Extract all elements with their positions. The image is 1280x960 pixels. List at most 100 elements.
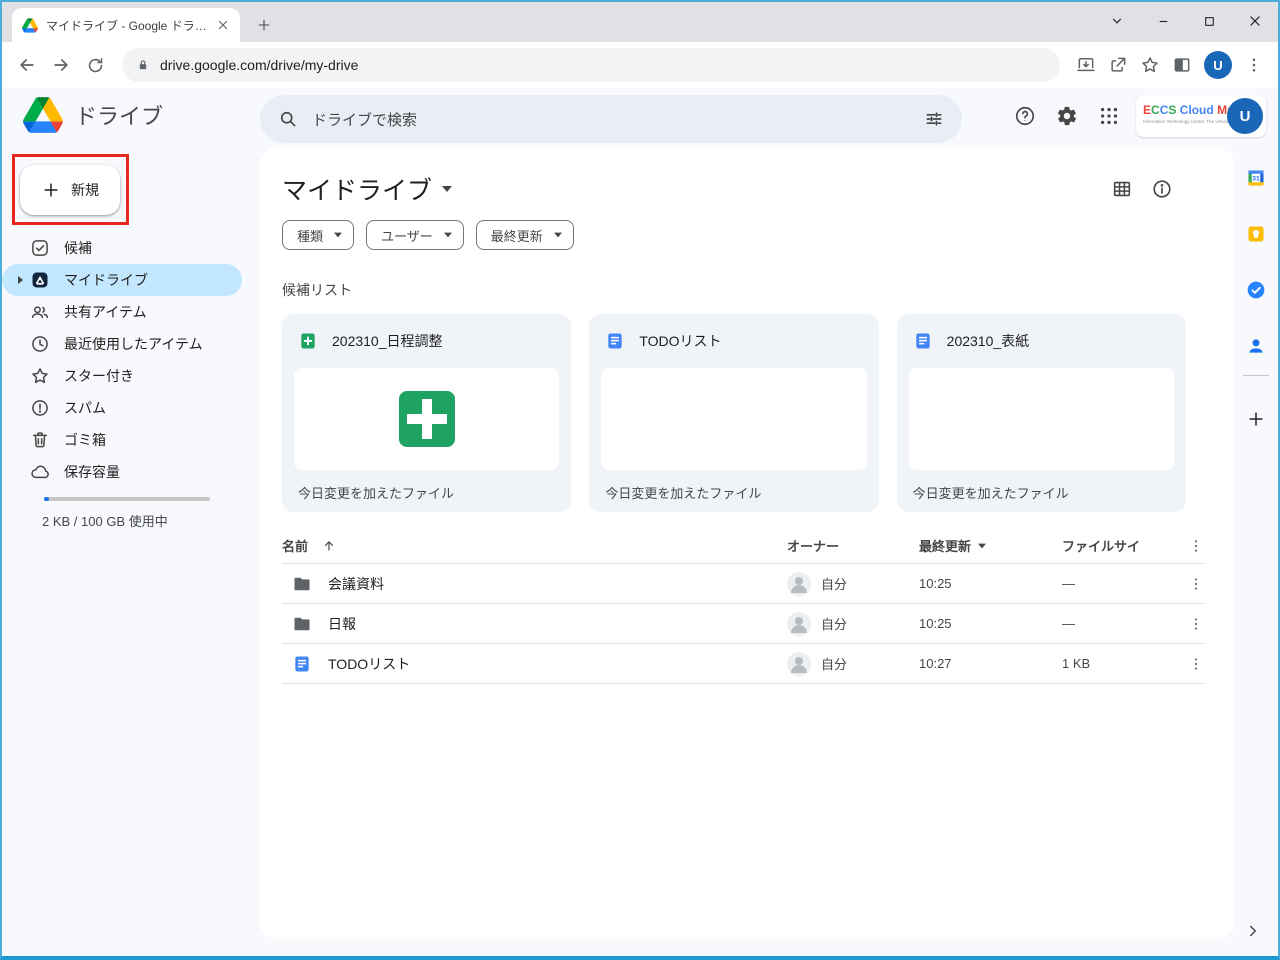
sort-ascending-icon[interactable] bbox=[322, 539, 336, 553]
page-title: マイドライブ bbox=[282, 171, 432, 207]
column-owner[interactable]: オーナー bbox=[787, 536, 839, 555]
filter-chip-modified[interactable]: 最終更新 bbox=[476, 220, 574, 250]
forward-button[interactable] bbox=[44, 48, 78, 82]
drive-brand[interactable]: ドライブ bbox=[23, 97, 163, 133]
file-size: — bbox=[1062, 576, 1075, 591]
table-header: 名前 オーナー 最終更新 ファイルサイ bbox=[282, 528, 1204, 564]
table-row[interactable]: 日報 自分 10:25 — bbox=[282, 604, 1204, 644]
sidebar-item-suggestions[interactable]: 候補 bbox=[2, 232, 242, 264]
filter-chip-people[interactable]: ユーザー bbox=[366, 220, 464, 250]
eccs-subtitle: Information Technology Center, The Unive… bbox=[1143, 119, 1229, 124]
search-bar[interactable]: ドライブで検索 bbox=[260, 95, 962, 143]
window-close-button[interactable] bbox=[1232, 2, 1278, 40]
eccs-logo: ECCS Cloud Mail Information Technology C… bbox=[1143, 103, 1229, 124]
back-button[interactable] bbox=[10, 48, 44, 82]
file-name: 会議資料 bbox=[328, 574, 384, 594]
grid-view-icon[interactable] bbox=[1102, 169, 1142, 209]
suggestion-card[interactable]: 202310_表紙 今日変更を加えたファイル bbox=[897, 314, 1186, 512]
help-icon[interactable] bbox=[1004, 95, 1046, 137]
suggestion-cards: 202310_日程調整 今日変更を加えたファイル TODOリスト bbox=[282, 314, 1204, 512]
sidebar-item-starred[interactable]: スター付き bbox=[2, 360, 242, 392]
browser-profile-avatar[interactable]: U bbox=[1204, 51, 1232, 79]
account-avatar[interactable]: U bbox=[1227, 98, 1263, 134]
search-placeholder: ドライブで検索 bbox=[312, 109, 924, 130]
settings-gear-icon[interactable] bbox=[1046, 95, 1088, 137]
browser-toolbar: drive.google.com/drive/my-drive U bbox=[2, 42, 1278, 88]
reload-button[interactable] bbox=[78, 48, 112, 82]
drive-sidebar: 新規 候補 マイドライブ bbox=[2, 148, 258, 956]
show-side-panel-icon[interactable] bbox=[1244, 922, 1262, 940]
expand-caret-icon[interactable] bbox=[18, 276, 23, 284]
toolbar-right: U bbox=[1070, 48, 1270, 82]
drive-app-name: ドライブ bbox=[75, 99, 163, 131]
keep-icon[interactable] bbox=[1246, 224, 1266, 244]
sort-descending-icon bbox=[978, 543, 986, 548]
calendar-icon[interactable]: 31 bbox=[1246, 168, 1266, 188]
address-bar[interactable]: drive.google.com/drive/my-drive bbox=[122, 48, 1060, 82]
window-chevron-icon[interactable] bbox=[1094, 2, 1140, 40]
tab-close-icon[interactable] bbox=[214, 16, 232, 34]
file-name: 日報 bbox=[328, 614, 356, 634]
browser-menu-icon[interactable] bbox=[1238, 48, 1270, 82]
drive-appbar: ドライブ ドライブで検索 bbox=[2, 88, 1278, 148]
browser-tab[interactable]: マイドライブ - Google ドライブ bbox=[12, 8, 240, 42]
people-icon bbox=[30, 302, 50, 322]
main-panel: マイドライブ 種類 ユーザー bbox=[260, 148, 1234, 939]
sidebar-item-recent[interactable]: 最近使用したアイテム bbox=[2, 328, 242, 360]
search-options-icon[interactable] bbox=[924, 109, 944, 129]
drive-favicon bbox=[22, 18, 38, 33]
install-icon[interactable] bbox=[1070, 48, 1102, 82]
window-minimize-button[interactable] bbox=[1140, 2, 1186, 40]
file-table: 名前 オーナー 最終更新 ファイルサイ bbox=[282, 528, 1204, 684]
table-row[interactable]: TODOリスト 自分 10:27 1 KB bbox=[282, 644, 1204, 684]
suggestion-card[interactable]: 202310_日程調整 今日変更を加えたファイル bbox=[282, 314, 571, 512]
card-caption: 今日変更を加えたファイル bbox=[282, 470, 571, 502]
account-badge[interactable]: ECCS Cloud Mail Information Technology C… bbox=[1136, 95, 1266, 137]
annotation-red-box bbox=[12, 154, 129, 225]
sidebar-item-trash[interactable]: ゴミ箱 bbox=[2, 424, 242, 456]
star-icon bbox=[30, 366, 50, 386]
url-text: drive.google.com/drive/my-drive bbox=[160, 57, 358, 73]
owner-avatar-icon bbox=[787, 572, 811, 596]
check-square-icon bbox=[30, 238, 50, 258]
clock-icon bbox=[30, 334, 50, 354]
contacts-icon[interactable] bbox=[1246, 336, 1266, 356]
column-settings-icon[interactable] bbox=[1188, 538, 1204, 554]
sidebar-item-spam[interactable]: スパム bbox=[2, 392, 242, 424]
share-icon[interactable] bbox=[1102, 48, 1134, 82]
info-icon[interactable] bbox=[1142, 169, 1182, 209]
tasks-icon[interactable] bbox=[1246, 280, 1266, 300]
suggestion-card[interactable]: TODOリスト 今日変更を加えたファイル bbox=[589, 314, 878, 512]
window-maximize-button[interactable] bbox=[1186, 2, 1232, 40]
column-modified[interactable]: 最終更新 bbox=[919, 536, 971, 555]
storage-progress-bar bbox=[44, 497, 210, 501]
chevron-down-icon bbox=[444, 233, 452, 238]
storage-progress-fill bbox=[44, 497, 49, 501]
docs-file-icon bbox=[605, 331, 625, 351]
trash-icon bbox=[30, 430, 50, 450]
row-menu-icon[interactable] bbox=[1188, 656, 1204, 672]
row-menu-icon[interactable] bbox=[1188, 616, 1204, 632]
new-tab-button[interactable] bbox=[254, 15, 274, 35]
folder-icon bbox=[292, 574, 312, 594]
column-size[interactable]: ファイルサイ bbox=[1062, 539, 1140, 554]
modified-time: 10:25 bbox=[919, 576, 952, 591]
card-preview bbox=[601, 368, 866, 470]
sidebar-item-storage[interactable]: 保存容量 bbox=[2, 456, 242, 488]
bookmark-star-icon[interactable] bbox=[1134, 48, 1166, 82]
filter-chip-type[interactable]: 種類 bbox=[282, 220, 354, 250]
apps-grid-icon[interactable] bbox=[1088, 95, 1130, 137]
docs-file-icon bbox=[913, 331, 933, 351]
browser-window: マイドライブ - Google ドライブ bbox=[0, 0, 1280, 960]
sidebar-item-shared[interactable]: 共有アイテム bbox=[2, 296, 242, 328]
table-row[interactable]: 会議資料 自分 10:25 — bbox=[282, 564, 1204, 604]
row-menu-icon[interactable] bbox=[1188, 576, 1204, 592]
suggestions-section-label: 候補リスト bbox=[282, 280, 1204, 300]
column-name[interactable]: 名前 bbox=[282, 536, 308, 555]
side-panel-icon[interactable] bbox=[1166, 48, 1198, 82]
alert-circle-icon bbox=[30, 398, 50, 418]
sidebar-item-my-drive[interactable]: マイドライブ bbox=[2, 264, 242, 296]
file-size: — bbox=[1062, 616, 1075, 631]
title-dropdown-caret-icon[interactable] bbox=[442, 186, 452, 192]
get-addons-icon[interactable] bbox=[1246, 409, 1266, 429]
